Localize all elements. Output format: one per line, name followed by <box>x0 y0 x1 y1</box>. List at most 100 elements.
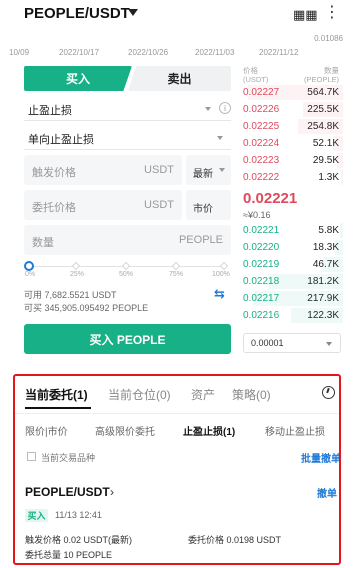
bid-row[interactable]: 0.02219 46.7K <box>243 256 343 273</box>
ask-price: 0.02225 <box>243 121 280 132</box>
tab-sell[interactable]: 卖出 <box>128 66 231 91</box>
qty-header: 数量 (PEOPLE) <box>303 66 339 84</box>
bid-qty: 217.9K <box>307 293 339 304</box>
pair-dropdown-icon[interactable] <box>128 9 138 16</box>
bid-qty: 181.2K <box>307 276 339 287</box>
buy-submit-button[interactable]: 买入 PEOPLE <box>24 324 231 354</box>
subtab-limit-market[interactable]: 限价|市价 <box>25 423 68 438</box>
order-price-unit: USDT <box>144 199 174 211</box>
order-time: 11/13 12:41 <box>55 510 102 520</box>
order-total: 委托总量 10 PEOPLE <box>25 550 113 560</box>
sub-type-label: 单向止盈止损 <box>28 134 94 146</box>
ask-row[interactable]: 0.02222 1.3K <box>243 169 343 186</box>
bid-qty: 46.7K <box>312 259 339 270</box>
trigger-price-input[interactable]: 触发价格 USDT <box>24 155 182 185</box>
bid-price: 0.02221 <box>243 225 280 236</box>
chevron-down-icon <box>219 168 225 172</box>
ask-qty: 225.5K <box>307 104 339 115</box>
slider-tick[interactable] <box>71 261 81 271</box>
slider-label: 0% <box>25 271 36 278</box>
depth-precision-select[interactable]: 0.00001 <box>243 333 341 353</box>
bid-row[interactable]: 0.02221 5.8K <box>243 222 343 239</box>
ask-qty: 52.1K <box>312 138 339 149</box>
subtab-tp-sl[interactable]: 止盈止损(1) <box>183 423 235 438</box>
tab-buy[interactable]: 买入 <box>24 66 132 91</box>
active-tab-indicator <box>25 407 91 409</box>
ask-qty: 254.8K <box>307 121 339 132</box>
bid-price: 0.02220 <box>243 242 280 253</box>
transfer-icon[interactable]: ⇆ <box>214 286 225 302</box>
bid-row[interactable]: 0.02216 122.3K <box>243 307 343 324</box>
bid-row[interactable]: 0.02218 181.2K <box>243 273 343 290</box>
chevron-down-icon <box>217 136 223 140</box>
max-buy-amount: 可买 345,905.095492 PEOPLE <box>24 303 149 313</box>
bid-price: 0.02219 <box>243 259 280 270</box>
header: PEOPLE/USDT ▦▦ ⋮ <box>0 0 353 32</box>
slider-handle[interactable] <box>24 261 34 271</box>
order-type-select[interactable]: 止盈止损 i <box>24 97 231 121</box>
chevron-right-icon[interactable]: › <box>110 485 114 499</box>
sub-type-select[interactable]: 单向止盈止损 <box>24 126 231 150</box>
market-price-label: 市价 <box>193 204 213 215</box>
bid-price: 0.02218 <box>243 276 280 287</box>
ask-qty: 29.5K <box>312 155 339 166</box>
quantity-unit: PEOPLE <box>178 234 223 246</box>
bid-qty: 18.3K <box>312 242 339 253</box>
tab-strategies[interactable]: 策略(0) <box>232 386 271 403</box>
ask-qty: 564.7K <box>307 87 339 98</box>
trigger-price-placeholder: 触发价格 <box>32 167 76 179</box>
tab-positions[interactable]: 当前仓位(0) <box>108 386 171 403</box>
slider-tick[interactable] <box>121 261 131 271</box>
bid-row[interactable]: 0.02220 18.3K <box>243 239 343 256</box>
ask-price: 0.02222 <box>243 172 280 183</box>
axis-date: 2022/11/12 <box>259 48 299 57</box>
ask-row[interactable]: 0.02225 254.8K <box>243 118 343 135</box>
tab-assets[interactable]: 资产 <box>191 386 215 403</box>
current-pair-checkbox[interactable] <box>27 452 36 461</box>
market-price-button[interactable]: 市价 <box>186 190 231 220</box>
ask-row[interactable]: 0.02224 52.1K <box>243 135 343 152</box>
trigger-source-select[interactable]: 最新 <box>186 155 231 185</box>
amount-slider[interactable]: 0% 25% 50% 75% 100% <box>24 259 231 281</box>
batch-cancel-button[interactable]: 批量撤单 <box>301 450 339 465</box>
order-side-badge: 买入 <box>25 509 48 522</box>
bid-price: 0.02217 <box>243 293 280 304</box>
subtab-advanced-limit[interactable]: 高级限价委托 <box>95 423 155 438</box>
history-clock-icon[interactable] <box>322 386 335 399</box>
bid-qty: 122.3K <box>307 310 339 321</box>
candlestick-icon[interactable]: ▦▦ <box>293 7 318 23</box>
current-pair-label: 当前交易品种 <box>41 453 96 463</box>
ask-row[interactable]: 0.02227 564.7K <box>243 84 343 101</box>
order-price: 委托价格 0.0198 USDT <box>188 535 282 545</box>
slider-tick[interactable] <box>171 261 181 271</box>
bid-price: 0.02216 <box>243 310 280 321</box>
divider <box>15 413 339 414</box>
subtab-trailing-stop[interactable]: 移动止盈止损 <box>265 423 325 438</box>
ask-qty: 1.3K <box>318 172 339 183</box>
pair-title[interactable]: PEOPLE/USDT <box>24 5 130 22</box>
chart-axis-strip: 0.01086 10/09 2022/10/17 2022/10/26 2022… <box>0 32 353 60</box>
trigger-source-label: 最新 <box>193 169 213 180</box>
available-balance: 可用 7,682.5521 USDT <box>24 290 117 300</box>
order-trigger-price: 触发价格 0.02 USDT(最新) <box>25 535 133 545</box>
quantity-input[interactable]: 数量 PEOPLE <box>24 225 231 255</box>
axis-date: 2022/10/26 <box>128 48 169 57</box>
bid-qty: 5.8K <box>318 225 339 236</box>
slider-tick[interactable] <box>219 261 229 271</box>
info-icon[interactable]: i <box>219 102 231 114</box>
order-pair[interactable]: PEOPLE/USDT <box>25 485 110 499</box>
ask-price: 0.02223 <box>243 155 280 166</box>
axis-value-label: 0.01086 <box>314 34 343 43</box>
quantity-placeholder: 数量 <box>32 237 54 249</box>
more-dots-icon[interactable]: ⋮ <box>324 2 340 22</box>
ask-row[interactable]: 0.02223 29.5K <box>243 152 343 169</box>
order-price-input[interactable]: 委托价格 USDT <box>24 190 182 220</box>
side-tabs: 买入 卖出 <box>24 66 231 91</box>
slider-label: 50% <box>119 271 134 278</box>
cancel-order-button[interactable]: 撤单 <box>317 485 337 500</box>
ask-row[interactable]: 0.02226 225.5K <box>243 101 343 118</box>
slider-label: 25% <box>70 271 85 278</box>
tab-open-orders[interactable]: 当前委托(1) <box>25 386 88 403</box>
bid-row[interactable]: 0.02217 217.9K <box>243 290 343 307</box>
last-price-fiat: ≈¥0.16 <box>243 210 271 220</box>
